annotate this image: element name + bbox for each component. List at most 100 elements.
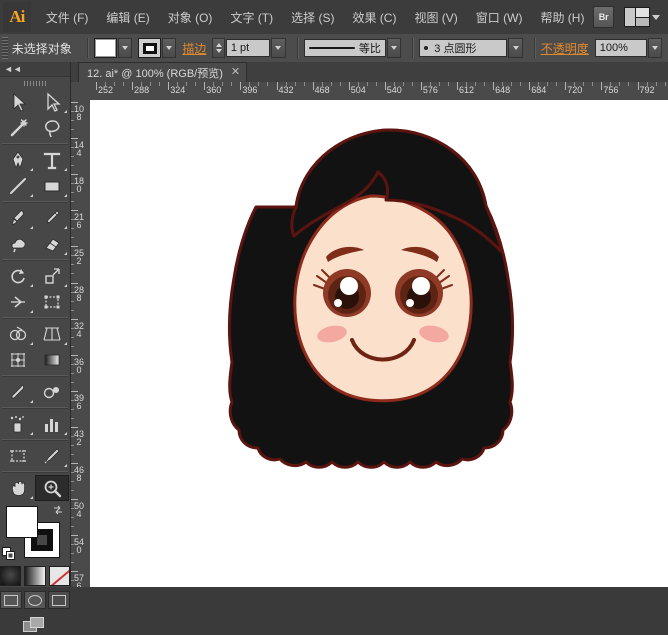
direct-selection-tool[interactable] (35, 89, 69, 115)
menu-view[interactable]: 视图 (V) (405, 5, 466, 30)
bridge-icon[interactable]: Br (593, 6, 614, 28)
tool-separator (2, 439, 68, 441)
close-icon[interactable]: ✕ (231, 67, 240, 78)
stroke-panel-link[interactable]: 描边 (182, 40, 206, 57)
fill-swatch[interactable] (94, 38, 117, 58)
tool-separator (2, 407, 68, 409)
normal-screen-mode-button[interactable] (0, 591, 22, 609)
document-tab[interactable]: 12. ai* @ 100% (RGB/预览) ✕ (78, 62, 247, 82)
slice-tool[interactable] (35, 443, 69, 469)
flyout-indicator-icon (64, 194, 67, 197)
zoom-tool[interactable] (35, 475, 69, 501)
ruler-label: 288 (132, 85, 149, 95)
face-shape[interactable] (295, 196, 471, 401)
gradient-tool[interactable] (35, 347, 69, 373)
fill-dropdown-icon[interactable] (118, 38, 132, 58)
scale-tool[interactable] (35, 263, 69, 289)
eye-right-highlight-large (412, 277, 430, 295)
shape-builder-tool[interactable] (1, 321, 35, 347)
swap-fill-stroke-icon[interactable] (52, 504, 64, 516)
toolbox-fill-swatch[interactable] (6, 506, 38, 538)
workspace-switcher-icon[interactable] (624, 7, 650, 27)
chevron-down-icon[interactable] (652, 15, 660, 20)
collapse-panel-icon[interactable]: ◄◄ (4, 65, 22, 74)
eraser-tool[interactable] (35, 231, 69, 257)
app-logo-icon: Ai (3, 2, 31, 32)
full-screen-mode-button[interactable] (48, 591, 70, 609)
width-tool[interactable] (1, 289, 35, 315)
eye-left-highlight-small (334, 299, 342, 307)
menu-file[interactable]: 文件 (F) (37, 5, 98, 30)
opacity-panel-link[interactable]: 不透明度 (541, 40, 589, 57)
opacity-field[interactable]: 100% (595, 39, 647, 57)
ruler-minor-tick (439, 82, 440, 86)
color-button[interactable] (0, 566, 21, 586)
ruler-minor-tick (105, 82, 106, 86)
stroke-weight-field[interactable]: 1 pt (226, 39, 270, 57)
symbol-sprayer-tool[interactable] (1, 411, 35, 437)
brush-preview-icon (424, 46, 428, 50)
tool-separator (2, 143, 68, 145)
ruler-label: 576 (74, 574, 84, 587)
flyout-indicator-icon (64, 168, 67, 171)
artboard-tool[interactable] (1, 443, 35, 469)
brush-definition-field[interactable]: 3 点圆形 (419, 39, 507, 57)
hand-tool[interactable] (1, 475, 35, 501)
menu-object[interactable]: 对象 (O) (159, 5, 222, 30)
stroke-profile-dropdown-icon[interactable] (387, 38, 401, 58)
toolbox-header[interactable]: ◄◄ (0, 62, 70, 77)
control-bar-grip[interactable] (2, 37, 8, 59)
paintbrush-tool[interactable] (1, 205, 35, 231)
flyout-indicator-icon (64, 110, 67, 113)
menu-type[interactable]: 文字 (T) (221, 5, 282, 30)
menu-window[interactable]: 窗口 (W) (467, 5, 532, 30)
type-tool[interactable] (35, 147, 69, 173)
full-screen-menubar-mode-button[interactable] (24, 591, 46, 609)
toolbox-grip[interactable] (0, 77, 70, 89)
perspective-grid-tool[interactable] (35, 321, 69, 347)
ruler-label: 360 (74, 358, 84, 374)
profile-preview-icon (309, 47, 355, 49)
selection-tool[interactable] (1, 89, 35, 115)
stroke-dropdown-icon[interactable] (162, 38, 176, 58)
brush-definition-dropdown-icon[interactable] (508, 38, 522, 58)
ruler-corner[interactable] (70, 82, 91, 101)
stroke-swatch[interactable] (138, 38, 161, 58)
magic-wand-tool[interactable] (1, 115, 35, 141)
rotate-tool[interactable] (1, 263, 35, 289)
blend-tool[interactable] (35, 379, 69, 405)
rectangle-tool[interactable] (35, 173, 69, 199)
canvas-area[interactable] (90, 100, 668, 587)
menu-edit[interactable]: 编辑 (E) (97, 5, 158, 30)
gradient-button[interactable] (24, 566, 45, 586)
opacity-dropdown-icon[interactable] (648, 38, 662, 58)
artwork-cartoon-girl[interactable] (90, 100, 668, 587)
paint-mode-row (0, 566, 70, 586)
stroke-weight-dropdown-icon[interactable] (271, 38, 285, 58)
ruler-minor-tick (619, 82, 620, 86)
none-button[interactable] (49, 566, 70, 586)
horizontal-ruler[interactable]: 2522883243603964324685045405766126486847… (90, 82, 668, 101)
stroke-profile-field[interactable]: 等比 (304, 39, 386, 57)
pencil-tool[interactable] (35, 205, 69, 231)
pen-tool[interactable] (1, 147, 35, 173)
menu-select[interactable]: 选择 (S) (282, 5, 343, 30)
stroke-weight-stepper[interactable] (212, 38, 224, 58)
menu-help[interactable]: 帮助 (H) (531, 5, 593, 30)
menu-effect[interactable]: 效果 (C) (343, 5, 405, 30)
line-segment-tool[interactable] (1, 173, 35, 199)
mesh-tool[interactable] (1, 347, 35, 373)
lasso-tool[interactable] (35, 115, 69, 141)
vertical-ruler[interactable]: 1081441802162522883243603964324685045405… (70, 100, 91, 587)
ruler-minor-tick (484, 82, 485, 86)
ruler-minor-tick (412, 82, 413, 86)
default-fill-stroke-icon[interactable] (2, 547, 15, 560)
ruler-label: 612 (457, 85, 474, 95)
free-transform-tool[interactable] (35, 289, 69, 315)
ruler-minor-tick (295, 82, 296, 86)
blob-brush-tool[interactable] (1, 231, 35, 257)
change-screen-mode-button[interactable] (0, 615, 70, 635)
eyedropper-tool[interactable] (1, 379, 35, 405)
column-graph-tool[interactable] (35, 411, 69, 437)
ruler-minor-tick (213, 82, 214, 86)
